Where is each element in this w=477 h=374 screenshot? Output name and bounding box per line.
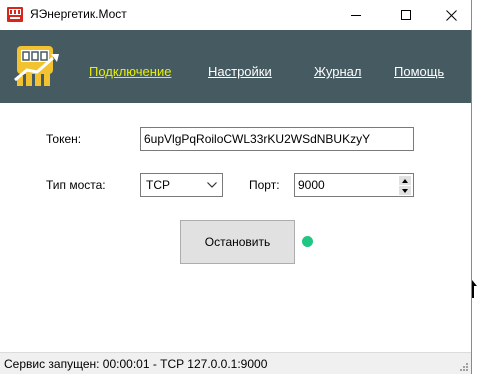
port-value: 9000 bbox=[298, 178, 325, 192]
nav-settings-link[interactable]: Настройки bbox=[208, 64, 272, 79]
app-window: ЯЭнергетик.Мост Подключение Настройки Жу… bbox=[0, 0, 472, 374]
minimize-button[interactable] bbox=[333, 0, 379, 30]
nav-help-link[interactable]: Помощь bbox=[394, 64, 444, 79]
maximize-button[interactable] bbox=[383, 0, 429, 30]
mouse-cursor-icon bbox=[472, 280, 477, 298]
service-status-indicator bbox=[302, 236, 313, 247]
status-bar: Сервис запущен: 00:00:01 - TCP 127.0.0.1… bbox=[0, 352, 471, 374]
nav-connection-link[interactable]: Подключение bbox=[89, 64, 171, 79]
arrow-down-icon bbox=[402, 188, 408, 193]
app-header: Подключение Настройки Журнал Помощь bbox=[0, 30, 471, 103]
window-title: ЯЭнергетик.Мост bbox=[30, 7, 127, 21]
maximize-icon bbox=[401, 10, 411, 20]
app-icon bbox=[7, 7, 23, 22]
minimize-icon bbox=[351, 15, 361, 16]
app-logo-icon bbox=[13, 44, 63, 88]
arrow-up-icon bbox=[402, 178, 408, 183]
port-increment-button[interactable] bbox=[399, 176, 411, 185]
close-button[interactable] bbox=[428, 0, 474, 30]
port-decrement-button[interactable] bbox=[399, 186, 411, 195]
resize-grip-icon[interactable] bbox=[459, 362, 469, 372]
bridge-type-value: TCP bbox=[146, 178, 170, 192]
close-icon bbox=[445, 9, 457, 21]
stop-button[interactable]: Остановить bbox=[180, 220, 295, 264]
bridge-type-select[interactable]: TCP bbox=[140, 173, 223, 197]
status-text: Сервис запущен: 00:00:01 - TCP 127.0.0.1… bbox=[4, 357, 268, 371]
port-stepper[interactable]: 9000 bbox=[294, 173, 414, 197]
nav-journal-link[interactable]: Журнал bbox=[314, 64, 361, 79]
token-input[interactable]: 6upVlgPqRoiloCWL33rKU2WSdNBUKzyY bbox=[140, 127, 414, 151]
title-bar[interactable]: ЯЭнергетик.Мост bbox=[0, 0, 471, 30]
chevron-down-icon bbox=[207, 182, 217, 188]
port-label: Порт: bbox=[249, 178, 280, 192]
token-label: Токен: bbox=[46, 132, 82, 146]
bridge-type-label: Тип моста: bbox=[46, 178, 106, 192]
